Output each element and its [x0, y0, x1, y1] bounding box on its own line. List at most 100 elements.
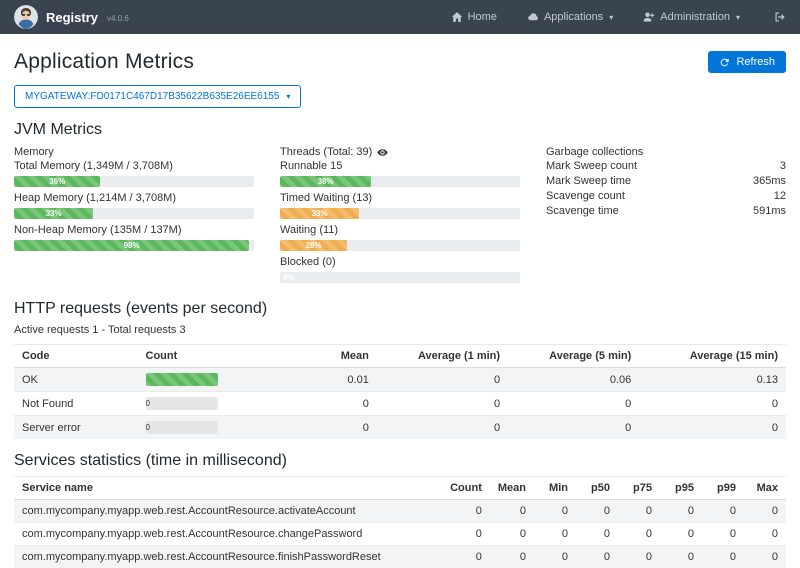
instance-selector-label: MYGATEWAY:FD0171C467D17B35622B635E26EE61… — [25, 91, 279, 102]
service-metric-cell: 0 — [744, 500, 786, 523]
http-metric-cell: 0 — [377, 416, 508, 440]
http-requests-summary: Active requests 1 - Total requests 3 — [14, 324, 786, 336]
progress-bar: 38% — [280, 176, 520, 187]
service-metric-cell: 0 — [660, 546, 702, 568]
service-metric-cell: 0 — [660, 500, 702, 523]
column-header: Average (5 min) — [508, 345, 639, 368]
nav-item-administration[interactable]: Administration▾ — [643, 11, 740, 23]
registry-logo-avatar — [14, 5, 38, 29]
progress-bar: 33% — [14, 208, 254, 219]
http-metric-cell: 0 — [639, 392, 786, 416]
refresh-button[interactable]: Refresh — [708, 51, 786, 73]
gc-value: 12 — [774, 189, 786, 204]
caret-down-icon: ▾ — [609, 13, 613, 22]
nav-item-applications[interactable]: Applications ▾ — [527, 11, 613, 23]
column-header: Service name — [14, 477, 442, 500]
instance-selector-dropdown[interactable]: MYGATEWAY:FD0171C467D17B35622B635E26EE61… — [14, 85, 301, 108]
gc-value: 365ms — [753, 174, 786, 189]
progress-value: 0% — [283, 272, 295, 283]
gc-row: Mark Sweep count3 — [546, 159, 786, 174]
progress-value: 36% — [14, 176, 100, 187]
nav-menu: Home Applications ▾ Administration▾ — [451, 11, 786, 23]
service-metric-cell: 0 — [618, 523, 660, 546]
service-metric-cell: 0 — [490, 500, 534, 523]
gc-label: Mark Sweep time — [546, 174, 631, 189]
gc-row: Scavenge count12 — [546, 189, 786, 204]
service-metric-cell: 0 — [576, 500, 618, 523]
metric-label: Waiting (11) — [280, 223, 520, 237]
metric-label: Heap Memory (1,214M / 3,708M) — [14, 191, 254, 205]
services-statistics-table: Service nameCountMeanMinp50p75p95p99Maxc… — [14, 476, 786, 568]
service-metric-cell: 0 — [442, 500, 490, 523]
progress-bar: 28% — [280, 240, 520, 251]
nav-item-label: Applications — [544, 11, 603, 23]
eye-icon[interactable] — [377, 147, 388, 158]
metric-label: Blocked (0) — [280, 255, 520, 269]
column-header: p75 — [618, 477, 660, 500]
count-progress-bar: 0 — [146, 421, 218, 434]
column-header: p99 — [702, 477, 744, 500]
nav-item-home[interactable]: Home — [451, 11, 497, 23]
progress-bar: 98% — [14, 240, 254, 251]
gc-row: Mark Sweep time 365ms — [546, 174, 786, 189]
service-metric-cell: 0 — [702, 523, 744, 546]
http-metric-cell: 0 — [276, 416, 376, 440]
table-row: Not Found00000 — [14, 392, 786, 416]
table-header-row: CodeCountMeanAverage (1 min)Average (5 m… — [14, 345, 786, 368]
table-header-row: Service nameCountMeanMinp50p75p95p99Max — [14, 477, 786, 500]
home-icon — [451, 11, 463, 23]
count-progress-bar: 3 — [146, 373, 218, 386]
metric-label: Non-Heap Memory (135M / 137M) — [14, 223, 254, 237]
http-requests-title: HTTP requests (events per second) — [14, 300, 786, 318]
service-metric-cell: 0 — [576, 523, 618, 546]
service-metric-cell: 0 — [534, 546, 576, 568]
service-metric-cell: 0 — [702, 500, 744, 523]
page-title: Application Metrics — [14, 50, 194, 74]
service-metric-cell: 0 — [576, 546, 618, 568]
count-value: 0 — [146, 399, 150, 408]
sign-out-icon — [774, 11, 786, 23]
threads-title: Threads (Total: 39) — [280, 145, 372, 159]
gc-column: Garbage collections Mark Sweep count3Mar… — [546, 145, 786, 287]
http-metric-cell: 0 — [377, 392, 508, 416]
threads-column: Threads (Total: 39) Runnable 1538%Timed … — [280, 145, 520, 287]
http-code-cell: Server error — [14, 416, 138, 440]
sign-out-button[interactable] — [774, 11, 786, 23]
http-code-cell: OK — [14, 368, 138, 392]
metric-label: Total Memory (1,349M / 3,708M) — [14, 159, 254, 173]
service-name-cell: com.mycompany.myapp.web.rest.AccountReso… — [14, 500, 442, 523]
cloud-icon — [527, 11, 539, 23]
gc-value: 591ms — [753, 204, 786, 219]
nav-item-label: Administration — [660, 11, 730, 23]
count-value: 0 — [146, 423, 150, 432]
service-metric-cell: 0 — [534, 500, 576, 523]
service-metric-cell: 0 — [490, 546, 534, 568]
app-version: v4.0.6 — [107, 14, 129, 23]
column-header: Max — [744, 477, 786, 500]
progress-value: 38% — [280, 176, 371, 187]
http-metric-cell: 0.06 — [508, 368, 639, 392]
progress-bar: 0% — [280, 272, 520, 283]
http-metric-cell: 0 — [508, 392, 639, 416]
progress-value: 98% — [14, 240, 249, 251]
http-metric-cell: 0.01 — [276, 368, 376, 392]
jvm-metrics-section: Memory Total Memory (1,349M / 3,708M) 36%… — [14, 145, 786, 287]
service-metric-cell: 0 — [702, 546, 744, 568]
service-name-cell: com.mycompany.myapp.web.rest.AccountReso… — [14, 546, 442, 568]
column-header: Mean — [276, 345, 376, 368]
column-header: Count — [442, 477, 490, 500]
gc-label: Mark Sweep count — [546, 159, 637, 174]
table-row: OK30.0100.060.13 — [14, 368, 786, 392]
gc-label: Scavenge time — [546, 204, 619, 219]
memory-title: Memory — [14, 145, 254, 159]
http-count-cell: 3 — [138, 368, 277, 392]
http-requests-table: CodeCountMeanAverage (1 min)Average (5 m… — [14, 344, 786, 439]
http-metric-cell: 0 — [639, 416, 786, 440]
http-metric-cell: 0 — [276, 392, 376, 416]
refresh-label: Refresh — [736, 56, 775, 68]
http-metric-cell: 0 — [508, 416, 639, 440]
brand-link[interactable]: Registry v4.0.6 — [14, 5, 129, 29]
http-metric-cell: 0 — [377, 368, 508, 392]
column-header: Average (1 min) — [377, 345, 508, 368]
column-header: p95 — [660, 477, 702, 500]
